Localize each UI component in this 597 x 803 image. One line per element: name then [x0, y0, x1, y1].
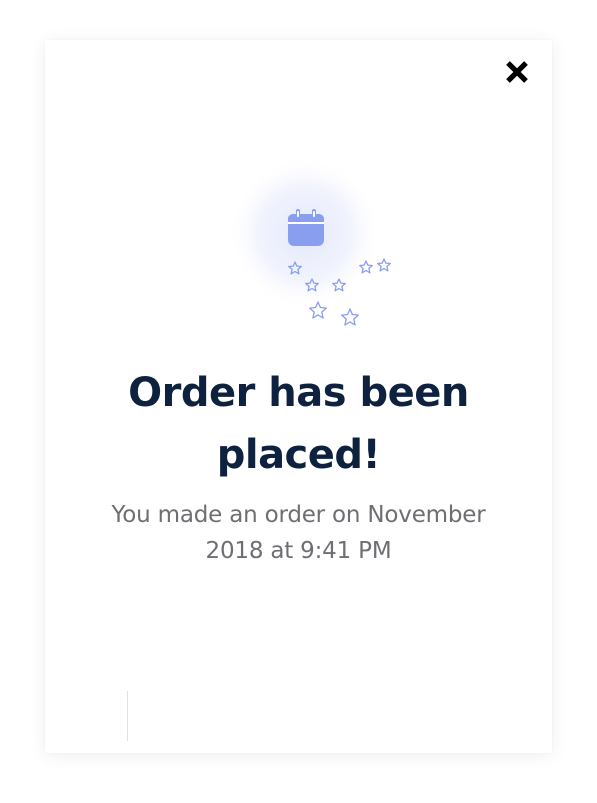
- star-icon: [341, 308, 359, 326]
- star-icon: [288, 261, 302, 275]
- close-icon: [506, 61, 528, 83]
- star-icon: [305, 278, 319, 292]
- title-line-2: placed!: [216, 432, 381, 478]
- star-icon: [377, 258, 391, 272]
- page-title: Order has been placed!: [45, 362, 552, 486]
- star-decoration: [288, 258, 391, 326]
- star-icon: [359, 260, 373, 274]
- close-button[interactable]: [500, 55, 534, 89]
- order-message: You made an order on November 2018 at 9:…: [111, 502, 486, 564]
- title-line-1: Order has been: [128, 370, 469, 416]
- divider: [127, 691, 128, 741]
- page: Order has been placed! You made an order…: [0, 0, 597, 803]
- star-icon: [332, 278, 346, 292]
- order-confirmation-dialog: Order has been placed! You made an order…: [45, 40, 552, 753]
- order-illustration: [200, 128, 410, 338]
